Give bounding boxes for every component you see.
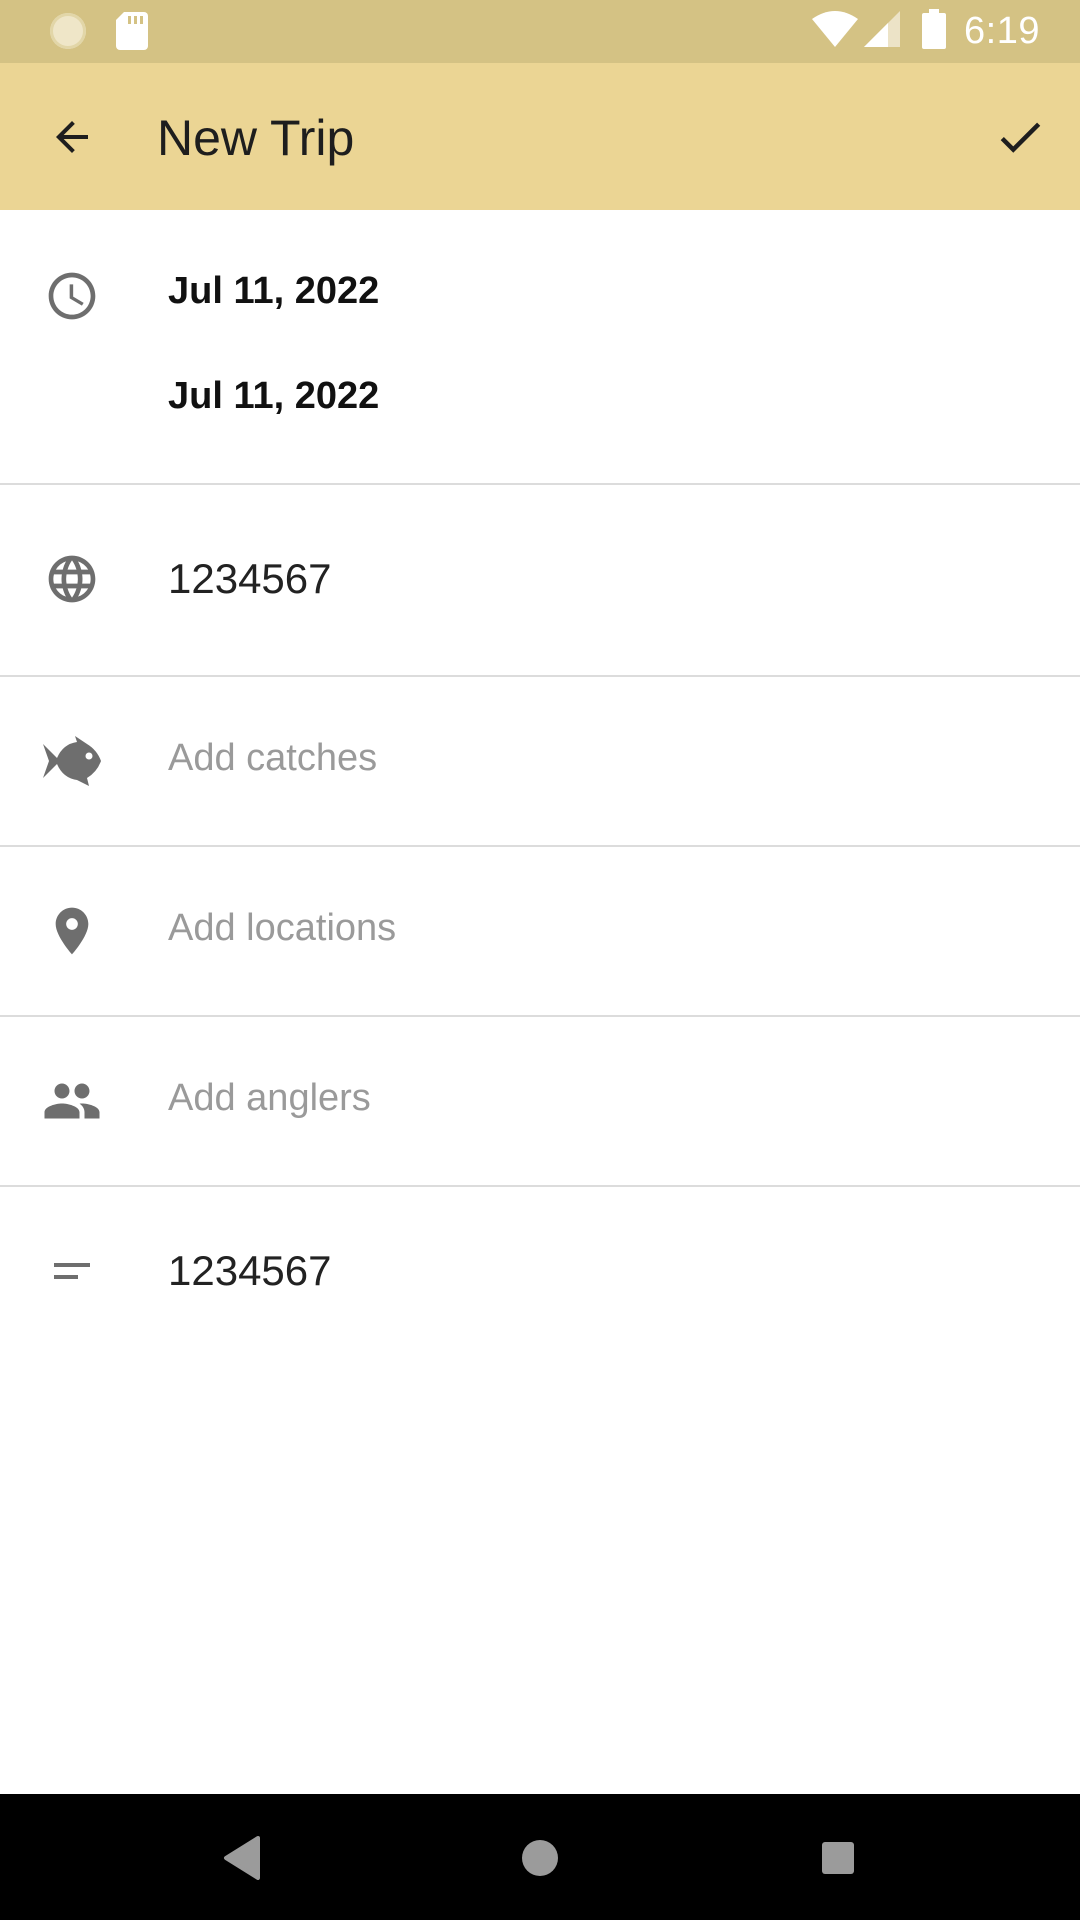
- status-bar: 6:19: [0, 0, 1080, 63]
- status-time: 6:19: [964, 10, 1040, 52]
- date-range-row: Jul 11, 2022 Jul 11, 2022: [0, 210, 1080, 485]
- people-icon: [42, 1071, 102, 1131]
- nav-home-button[interactable]: [512, 1830, 568, 1886]
- save-button[interactable]: [990, 107, 1050, 167]
- start-date[interactable]: Jul 11, 2022: [168, 270, 379, 313]
- recents-square-icon: [822, 1842, 854, 1874]
- globe-icon: [42, 549, 102, 609]
- battery-icon: [922, 9, 947, 54]
- nav-back-button[interactable]: [214, 1830, 270, 1886]
- add-catches-label: Add catches: [168, 737, 378, 779]
- app-bar: New Trip: [0, 63, 1080, 210]
- add-locations-label: Add locations: [168, 907, 397, 949]
- home-circle-icon: [522, 1840, 558, 1876]
- notes-value: 1234567: [168, 1247, 332, 1294]
- system-nav-bar: [0, 1794, 1080, 1920]
- sync-icon: [50, 13, 86, 49]
- sd-card-icon: [116, 12, 148, 55]
- locations-row[interactable]: Add locations: [0, 847, 1080, 1017]
- notes-icon: [42, 1241, 102, 1301]
- page-title: New Trip: [157, 110, 355, 166]
- nav-recents-button[interactable]: [810, 1830, 866, 1886]
- wifi-icon: [812, 11, 859, 52]
- end-date[interactable]: Jul 11, 2022: [168, 375, 379, 418]
- notes-row[interactable]: 1234567: [0, 1187, 1080, 1367]
- trip-form: Jul 11, 2022 Jul 11, 2022 1234567 Add ca…: [0, 210, 1080, 1367]
- add-anglers-label: Add anglers: [168, 1077, 371, 1119]
- fish-icon: [42, 731, 102, 791]
- atmosphere-value: 1234567: [168, 555, 332, 602]
- back-button[interactable]: [42, 107, 102, 167]
- back-triangle-icon: [224, 1836, 260, 1880]
- check-icon: [1000, 122, 1041, 153]
- signal-icon: [864, 11, 901, 52]
- catches-row[interactable]: Add catches: [0, 677, 1080, 847]
- clock-icon: [42, 266, 102, 326]
- arrow-back-icon: [56, 121, 88, 153]
- anglers-row[interactable]: Add anglers: [0, 1017, 1080, 1187]
- atmosphere-row[interactable]: 1234567: [0, 485, 1080, 677]
- location-pin-icon: [42, 901, 102, 961]
